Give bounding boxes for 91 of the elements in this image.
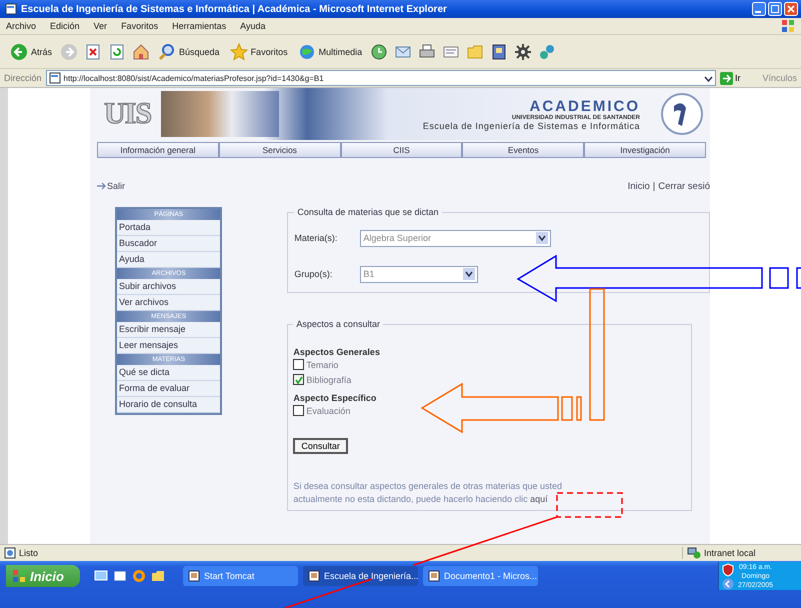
search-button[interactable]: Búsqueda: [156, 42, 222, 60]
minimize-icon[interactable]: [752, 2, 766, 16]
history-icon[interactable]: [370, 42, 388, 60]
checkbox-label: Evaluación: [306, 406, 350, 416]
menu-item[interactable]: Herramientas: [172, 21, 226, 31]
field-label: Materia(s):: [294, 233, 338, 243]
separator: |: [652, 180, 656, 192]
checkbox-label: Temario: [306, 360, 338, 370]
menu-item[interactable]: Ver: [94, 21, 108, 31]
desktop-icon[interactable]: [94, 569, 108, 583]
help-text: Si desea consultar aspectos generales de otras materias que usted actualmente no esta dictando, puede hacerlo haciendo clic aquí: [293, 480, 564, 506]
group-heading: Aspectos Generales: [293, 347, 381, 357]
sidebar-item[interactable]: Qué se dicta: [117, 365, 220, 381]
checkbox[interactable]: [293, 374, 304, 385]
taskbar-button[interactable]: Documento1 - Micros...: [423, 566, 538, 586]
sidebar-item[interactable]: Portada: [117, 220, 220, 236]
nav-tab[interactable]: Información general: [97, 142, 219, 158]
sidebar-item[interactable]: Ver archivos: [117, 295, 220, 311]
printer-icon[interactable]: [418, 42, 436, 60]
sidebar-item[interactable]: Buscador: [117, 236, 220, 252]
link[interactable]: aquí: [530, 494, 548, 504]
browser-icon[interactable]: [132, 569, 146, 583]
field-label: Grupo(s):: [294, 269, 334, 279]
menu-item[interactable]: Favoritos: [121, 21, 158, 31]
panel-title: Consulta de materias que se dictan: [296, 207, 440, 217]
sidebar-item[interactable]: Escribir mensaje: [117, 322, 220, 338]
checkbox[interactable]: [293, 405, 304, 416]
gear-icon[interactable]: [514, 42, 532, 60]
windows-logo-icon: [12, 569, 26, 583]
back-button[interactable]: Atrás: [8, 42, 54, 60]
arrow-icon: [97, 181, 107, 191]
sidebar-item[interactable]: Leer mensajes: [117, 338, 220, 354]
go-arrow-icon: [720, 72, 733, 84]
caret-icon[interactable]: [704, 74, 713, 82]
stop-icon[interactable]: [84, 42, 102, 60]
taskbar-button[interactable]: Escuela de Ingeniería...: [303, 566, 418, 586]
status-text: Listo: [19, 548, 38, 558]
university-logo: UIS: [104, 97, 152, 131]
banner-title: ACADEMICO: [530, 98, 640, 114]
nav-tab[interactable]: Investigación: [584, 142, 706, 158]
page-icon: [5, 3, 17, 15]
close-icon[interactable]: [784, 2, 798, 16]
panel-title: Aspectos a consultar: [295, 319, 381, 329]
globe-icon: [298, 42, 316, 60]
home-icon[interactable]: [132, 42, 150, 60]
nav-tab[interactable]: Servicios: [218, 142, 341, 158]
menu-item[interactable]: Archivo: [6, 21, 36, 31]
dropdown[interactable]: B1: [360, 266, 478, 282]
consult-button[interactable]: Consultar: [293, 438, 348, 454]
document-icon: [308, 570, 320, 582]
nav-link[interactable]: Cerrar sesió: [658, 180, 710, 192]
window-title: Escuela de Ingeniería de Sistemas e Informática | Académica - Microsoft Internet Explorer: [21, 4, 447, 14]
group-heading: Aspecto Específico: [293, 393, 378, 403]
nav-link[interactable]: Inicio: [628, 180, 650, 192]
checkbox-label: Bibliografía: [306, 374, 352, 384]
check-icon: [294, 376, 303, 384]
windows-logo-icon: [781, 19, 795, 33]
caret-icon: [536, 232, 548, 244]
emblem-icon: [660, 92, 704, 136]
nav-tab[interactable]: CIIS: [340, 142, 462, 158]
address-field[interactable]: http://localhost:8080/sist/Academico/materiasProfesor.jsp?id=1430&g=B1: [46, 70, 716, 86]
menu-item[interactable]: Ayuda: [240, 21, 266, 31]
menu-item[interactable]: Edición: [50, 21, 80, 31]
sidebar-item[interactable]: Ayuda: [117, 252, 220, 268]
dropdown[interactable]: Algebra Superior: [360, 230, 552, 246]
go-button[interactable]: Ir: [720, 72, 740, 84]
globe-button[interactable]: Multimedia: [296, 42, 364, 60]
school-name: Escuela de Ingeniería de Sistemas e Informática: [422, 120, 640, 130]
star-icon: [230, 42, 248, 60]
window-icon[interactable]: [113, 569, 127, 583]
caret-icon: [463, 268, 476, 280]
page-icon: [4, 547, 16, 559]
exit-link[interactable]: Salir: [97, 181, 126, 191]
search-icon: [158, 42, 176, 60]
nav-tab[interactable]: Eventos: [462, 142, 584, 158]
sidebar-item[interactable]: Horario de consulta: [117, 397, 220, 413]
sidebar-item[interactable]: Subir archivos: [117, 279, 220, 295]
folder-icon[interactable]: [151, 569, 165, 583]
checkbox[interactable]: [293, 359, 304, 370]
taskbar-button[interactable]: Start Tomcat: [183, 566, 298, 586]
zone-text: Intranet local: [704, 548, 756, 558]
document-icon: [428, 570, 440, 582]
star-button[interactable]: Favoritos: [228, 42, 290, 60]
back-icon: [10, 42, 28, 60]
refresh-icon[interactable]: [108, 42, 126, 60]
page-icon: [48, 72, 61, 84]
maximize-icon[interactable]: [768, 2, 782, 16]
document-icon: [188, 570, 200, 582]
address-label: Dirección: [4, 73, 42, 83]
sidebar-item[interactable]: Forma de evaluar: [117, 381, 220, 397]
shield-icon[interactable]: [722, 562, 734, 576]
